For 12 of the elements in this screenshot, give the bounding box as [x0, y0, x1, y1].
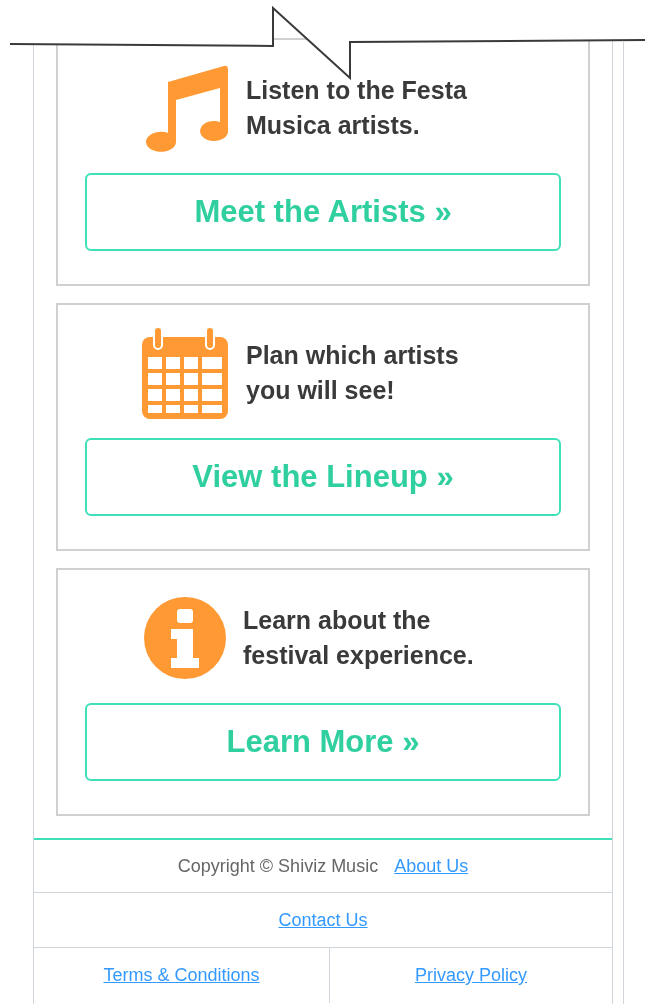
action-button[interactable]: Learn More »: [85, 703, 561, 781]
footer-link[interactable]: Contact Us: [278, 906, 368, 934]
copyright-text: Copyright © Shiviz Music: [177, 854, 379, 878]
card-description: Learn about the festival experience.: [243, 604, 475, 671]
footer-link[interactable]: Terms & Conditions: [103, 962, 260, 989]
info-icon: [143, 595, 227, 680]
footer-link[interactable]: Privacy Policy: [415, 962, 527, 989]
action-button[interactable]: View the Lineup »: [85, 438, 561, 516]
action-button[interactable]: Meet the Artists »: [85, 173, 561, 251]
card-description: Plan which artists you will see!: [246, 339, 460, 406]
card-description: Listen to the Festa Musica artists.: [246, 74, 468, 141]
footer-link[interactable]: About Us: [394, 852, 469, 880]
